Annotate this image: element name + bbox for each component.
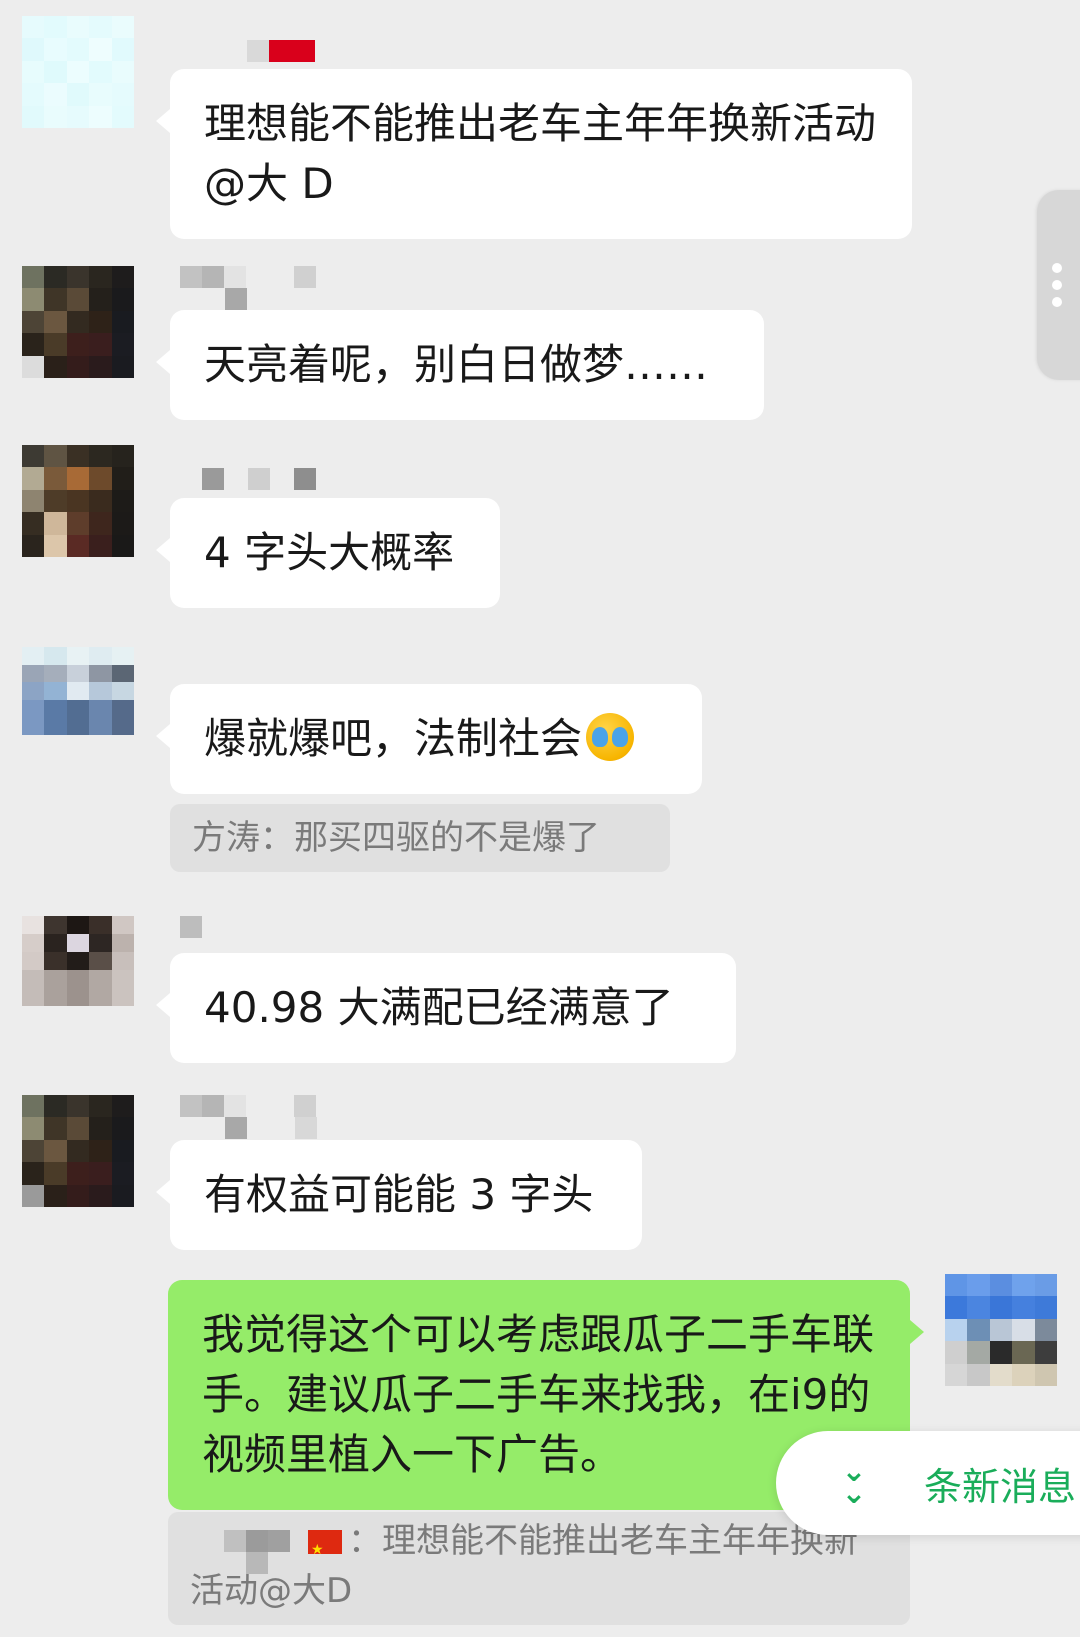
avatar[interactable] (22, 1095, 134, 1207)
dot-icon (1052, 280, 1062, 290)
side-panel-handle[interactable] (1037, 190, 1080, 380)
message-text: 4 字头大概率 (204, 528, 455, 577)
dot-icon (1052, 297, 1062, 307)
message-bubble[interactable]: 理想能不能推出老车主年年换新活动@大 D (156, 69, 912, 239)
message-bubble[interactable]: 天亮着呢，别白日做梦…… (156, 310, 764, 420)
avatar[interactable] (22, 266, 134, 378)
double-chevron-down-icon: ⌄ ⌄ (841, 1454, 867, 1511)
sender-name (180, 266, 316, 306)
sender-name (180, 916, 202, 956)
quoted-reply[interactable]: 方涛：那买四驱的不是爆了 (170, 804, 670, 872)
avatar[interactable] (22, 445, 134, 557)
dot-icon (1052, 263, 1062, 273)
new-messages-button[interactable]: ⌄ ⌄ 条新消息 (776, 1431, 1080, 1535)
message-text: 40.98 大满配已经满意了 (204, 983, 674, 1032)
quoted-reply[interactable]: ：理想能不能推出老车主年年换新活动@大D (168, 1512, 910, 1625)
message-bubble[interactable]: 40.98 大满配已经满意了 (156, 953, 736, 1063)
message-text: 有权益可能能 3 字头 (204, 1170, 594, 1219)
quoted-sender (190, 1522, 290, 1574)
quoted-text: 方涛：那买四驱的不是爆了 (192, 818, 600, 858)
quoted-text: 理想能不能推出老车主年年换新活动@大D (190, 1521, 858, 1611)
avatar[interactable] (22, 16, 134, 128)
avatar[interactable] (22, 916, 134, 1006)
message-text: 我觉得这个可以考虑跟瓜子二手车联手。建议瓜子二手车来找我，在i9的视频里植入一下… (202, 1310, 875, 1479)
quoted-sender-separator: ： (348, 1521, 382, 1561)
message-bubble[interactable]: 4 字头大概率 (156, 498, 500, 608)
new-messages-label: 条新消息 (924, 1464, 1077, 1509)
message-text: 爆就爆吧，法制社会 (204, 714, 583, 763)
avatar[interactable] (22, 647, 134, 735)
message-text: 理想能不能推出老车主年年换新活动@大 D (204, 99, 877, 208)
avatar[interactable] (945, 1274, 1057, 1386)
face-with-tears-of-joy-icon (586, 713, 635, 761)
message-bubble[interactable]: 爆就爆吧，法制社会 (156, 684, 702, 794)
china-flag-icon (308, 1525, 342, 1575)
message-bubble[interactable]: 有权益可能能 3 字头 (156, 1140, 642, 1250)
message-text: 天亮着呢，别白日做梦…… (204, 340, 709, 389)
